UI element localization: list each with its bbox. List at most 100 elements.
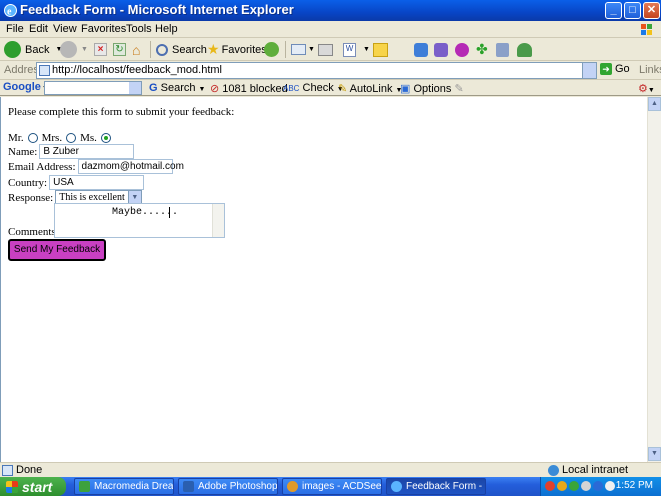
abc-check-icon: ABC [283, 84, 300, 93]
toolbar-tool-button[interactable] [496, 40, 509, 59]
taskbar-item-feedback-form[interactable]: Feedback Form - ... [386, 478, 486, 495]
research-button[interactable] [434, 40, 448, 59]
print-button[interactable] [318, 40, 333, 59]
tray-icon[interactable] [569, 481, 579, 491]
chevron-down-icon: ▼ [308, 46, 315, 53]
forward-arrow-icon [60, 41, 77, 58]
title-radio-mr[interactable] [27, 133, 38, 143]
country-label: Country: [8, 176, 48, 189]
send-feedback-button[interactable]: Send My Feedback [8, 239, 106, 261]
menu-tools[interactable]: Tools [126, 23, 152, 35]
tray-icon[interactable] [557, 481, 567, 491]
tray-icon[interactable] [581, 481, 591, 491]
toolbar-separator [150, 41, 151, 58]
autolink-button[interactable]: ✎ AutoLink ▼ [338, 82, 402, 95]
blocked-icon: ⊘ [210, 83, 220, 95]
printer-icon [318, 43, 333, 56]
home-icon: ⌂ [132, 41, 141, 58]
tray-icon[interactable] [605, 481, 615, 491]
name-input[interactable]: B Zuber [39, 144, 135, 159]
spell-check-button[interactable]: ABC Check ▼ [283, 82, 344, 94]
pencil-icon: ✎ [454, 83, 464, 95]
messenger-button[interactable] [414, 40, 428, 59]
popup-blocker-button[interactable]: ⊘ 1081 blocked [210, 82, 288, 95]
page-content: Please complete this form to submit your… [0, 97, 661, 462]
page-done-icon [2, 465, 13, 476]
title-option-mrs-label: Mrs. [41, 132, 63, 144]
go-button[interactable]: ➜ Go [600, 63, 630, 75]
comments-label: Comments: [8, 226, 59, 238]
page-vertical-scrollbar[interactable]: ▲ ▼ [647, 97, 661, 462]
options-icon: ▣ [400, 83, 411, 95]
people-icon [517, 42, 532, 57]
menu-view[interactable]: View [53, 23, 77, 35]
menu-help[interactable]: Help [155, 23, 178, 35]
clover-button[interactable]: ✤ [476, 40, 488, 59]
chevron-down-icon: ▼ [363, 46, 370, 53]
tray-icon[interactable] [545, 481, 555, 491]
history-icon [264, 42, 279, 57]
address-dropdown-button[interactable] [582, 63, 596, 78]
maximize-button[interactable]: □ [624, 2, 641, 19]
scroll-down-arrow-icon[interactable]: ▼ [648, 447, 661, 461]
scroll-up-arrow-icon[interactable]: ▲ [648, 97, 661, 111]
start-button[interactable]: start [0, 477, 66, 496]
forward-button[interactable]: ▼ [60, 40, 88, 59]
internet-explorer-icon: e [4, 4, 17, 18]
title-radio-ms[interactable] [100, 133, 111, 143]
go-arrow-icon: ➜ [600, 63, 612, 75]
photoshop-icon [183, 481, 194, 492]
globe-icon [548, 464, 559, 476]
yahoo-button[interactable] [455, 40, 469, 59]
edit-button[interactable]: W ▼ [343, 40, 370, 59]
mail-icon [291, 44, 306, 55]
country-input[interactable]: USA [49, 175, 145, 190]
menu-edit[interactable]: Edit [29, 23, 48, 35]
title-radio-mrs[interactable] [66, 133, 77, 143]
taskbar-item-dreamweaver[interactable]: Macromedia Drea... [74, 478, 174, 495]
links-button[interactable]: Links [639, 64, 661, 76]
google-search-dropdown[interactable] [129, 82, 141, 94]
windows-logo-icon [641, 24, 652, 35]
menu-file[interactable]: File [6, 23, 24, 35]
options-button[interactable]: ▣ Options ✎ [400, 82, 464, 95]
google-logo[interactable]: Google▼ [3, 81, 49, 93]
tray-icon[interactable] [593, 481, 603, 491]
google-g-icon: G [149, 82, 158, 94]
title-option-mr-label: Mr. [8, 132, 24, 144]
comments-scrollbar[interactable] [212, 204, 224, 237]
email-input[interactable]: dazmom@hotmail.com [77, 159, 184, 174]
discuss-button[interactable] [373, 40, 388, 59]
google-search-input[interactable] [44, 81, 142, 95]
address-url: http://localhost/feedback_mod.html [52, 64, 222, 76]
home-button[interactable]: ⌂ [132, 40, 140, 59]
address-input[interactable]: http://localhost/feedback_mod.html [36, 62, 597, 79]
history-button[interactable] [264, 40, 279, 59]
stop-button[interactable]: × [94, 40, 107, 59]
refresh-button[interactable]: ↻ [113, 40, 126, 59]
taskbar: start Macromedia Drea... Adobe Photoshop… [0, 477, 661, 496]
email-row: Email Address: dazmom@hotmail.com [8, 159, 184, 174]
autolink-icon: ✎ [338, 83, 348, 95]
taskbar-item-photoshop[interactable]: Adobe Photoshop [178, 478, 278, 495]
standard-toolbar: Back ▼ ▼ × ↻ ⌂ Search ★ Favorites ▼ W ▼ [0, 38, 661, 61]
research-icon [434, 42, 448, 57]
svg-text:e: e [7, 7, 12, 18]
comments-textarea[interactable]: Maybe...... [54, 203, 225, 238]
taskbar-item-acdsee[interactable]: images - ACDSee ... [282, 478, 382, 495]
menu-favorites[interactable]: Favorites [81, 23, 126, 35]
windows-flag-icon [6, 480, 18, 493]
mail-button[interactable]: ▼ [291, 40, 315, 59]
favorites-button[interactable]: ★ Favorites [207, 40, 267, 59]
close-button[interactable]: ✕ [643, 2, 660, 19]
search-button[interactable]: Search [156, 40, 207, 59]
acdsee-icon [287, 481, 298, 492]
notes-icon [373, 42, 388, 57]
google-search-button[interactable]: G Search ▼ [149, 82, 205, 94]
minimize-button[interactable]: _ [605, 2, 622, 19]
back-button[interactable]: Back ▼ [4, 40, 62, 59]
people-button[interactable] [517, 40, 532, 59]
text-cursor [169, 207, 170, 218]
google-settings-button[interactable]: ⚙▼ [638, 82, 655, 95]
title-option-ms-label: Ms. [80, 132, 97, 144]
